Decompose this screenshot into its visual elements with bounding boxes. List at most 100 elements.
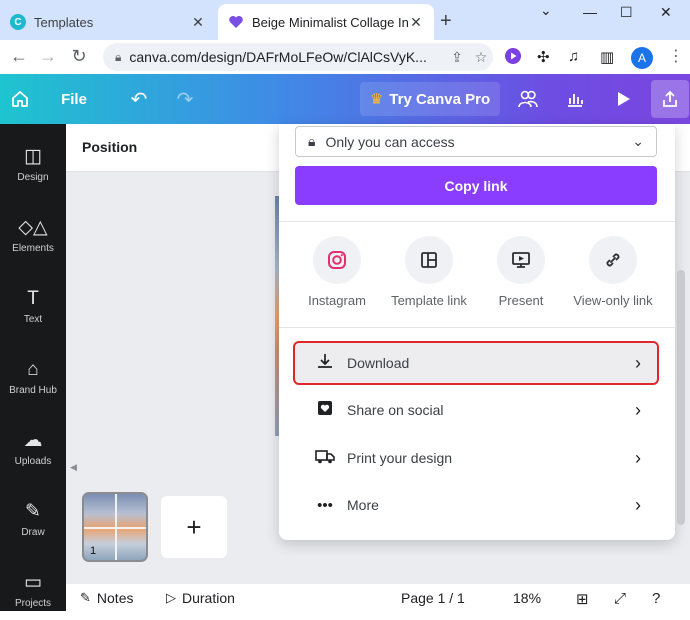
heart-favicon-icon <box>228 14 244 30</box>
rail-item-projects[interactable]: ▭ Projects <box>0 560 66 620</box>
share-option-label: Template link <box>391 293 467 308</box>
zoom-level[interactable]: 18% <box>513 590 541 606</box>
rail-item-uploads[interactable]: ☁ Uploads <box>0 418 66 478</box>
notes-button[interactable]: ✎ Notes <box>80 590 133 606</box>
present-play-icon[interactable] <box>608 74 638 124</box>
fullscreen-icon[interactable]: ⤢ <box>614 590 626 607</box>
rail-label: Elements <box>12 243 54 254</box>
close-tab-icon[interactable]: ✕ <box>190 14 206 31</box>
rail-item-design[interactable]: ◫ Design <box>0 134 66 194</box>
address-bar: ← → ↻ 🔒︎ canva.com/design/DAFrMoLFeOw/Cl… <box>0 40 690 74</box>
rail-label: Draw <box>21 527 45 538</box>
page-number: 1 <box>90 545 97 557</box>
left-rail: ◫ Design ◇△ Elements T Text ⌂ Brand Hub … <box>0 124 66 611</box>
share-page-icon[interactable]: ⇪ <box>445 49 469 66</box>
notes-label: Notes <box>96 590 134 606</box>
maximize-icon[interactable]: ☐ <box>620 4 633 21</box>
canva-favicon-icon: C <box>10 14 26 30</box>
more-menu-item[interactable]: ••• More › <box>295 485 657 525</box>
extension-play-icon[interactable] <box>505 48 521 68</box>
share-option-label: Present <box>498 293 544 308</box>
home-icon[interactable] <box>4 74 36 124</box>
more-icon: ••• <box>317 496 333 514</box>
browser-tab-strip: C Templates ✕ Beige Minimalist Collage I… <box>0 0 690 40</box>
print-your-design-menu-item[interactable]: Print your design › <box>295 438 657 478</box>
scroll-left-arrow-icon[interactable]: ◀ <box>70 462 77 473</box>
share-option-label: View-only link <box>573 293 653 308</box>
profile-avatar[interactable]: A <box>631 47 653 69</box>
redo-icon[interactable]: ↷ <box>170 74 200 124</box>
share-option-template-link[interactable]: Template link <box>383 236 475 308</box>
page-indicator[interactable]: Page 1 / 1 <box>401 590 465 606</box>
browser-menu-icon[interactable]: ⋮ <box>668 46 684 66</box>
url-field[interactable]: 🔒︎ canva.com/design/DAFrMoLFeOw/ClAlCsVy… <box>103 43 493 71</box>
canva-header: File ↶ ↷ ♛ Try Canva Pro <box>0 74 690 124</box>
duration-button[interactable]: ▷ Duration <box>166 590 235 606</box>
rail-label: Text <box>23 314 43 325</box>
add-page-button[interactable]: + <box>161 496 227 558</box>
upload-arrow-icon <box>663 90 677 107</box>
chevron-right-icon: › <box>635 352 641 373</box>
chevron-right-icon: › <box>635 399 641 420</box>
draw-icon: ✎ <box>25 501 41 522</box>
share-option-view-only-link[interactable]: View-only link <box>567 236 659 308</box>
undo-icon[interactable]: ↶ <box>124 74 154 124</box>
forward-arrow-icon[interactable]: → <box>37 46 59 67</box>
position-button[interactable]: Position <box>82 139 137 155</box>
page-thumbnail[interactable]: 1 <box>82 492 148 562</box>
help-icon[interactable]: ? <box>652 590 660 607</box>
insights-chart-icon[interactable] <box>560 74 590 124</box>
tab-title: Templates <box>34 14 94 30</box>
elements-icon: ◇△ <box>18 217 48 238</box>
download-icon <box>313 352 337 374</box>
duration-label: Duration <box>182 590 235 606</box>
chevron-right-icon: › <box>635 494 641 515</box>
new-tab-icon[interactable]: + <box>440 10 452 33</box>
tab-title: Beige Minimalist Collage Ins <box>252 14 408 30</box>
reload-icon[interactable]: ↻ <box>68 46 90 67</box>
menu-label: More <box>347 497 379 513</box>
copy-link-button[interactable]: Copy link <box>295 166 657 205</box>
try-canva-pro-button[interactable]: ♛ Try Canva Pro <box>360 82 500 116</box>
crown-icon: ♛ <box>369 91 384 108</box>
template-link-icon <box>405 236 453 284</box>
puzzle-extensions-icon[interactable]: ✣ <box>537 48 550 66</box>
share-on-social-menu-item[interactable]: Share on social › <box>295 390 657 430</box>
truck-icon <box>313 447 337 469</box>
file-menu-button[interactable]: File <box>50 74 98 124</box>
share-option-label: Instagram <box>308 293 366 308</box>
instagram-icon <box>313 236 361 284</box>
rail-label: Design <box>17 172 49 183</box>
add-people-icon[interactable] <box>512 74 544 124</box>
side-panel-icon[interactable]: ▥ <box>600 48 614 66</box>
access-dropdown[interactable]: 🔒︎ Only you can access ⌄ <box>295 126 657 157</box>
media-queue-icon[interactable]: ♫ <box>568 48 579 65</box>
rail-item-text[interactable]: T Text <box>0 276 66 336</box>
browser-tab-templates[interactable]: C Templates ✕ <box>0 4 216 40</box>
rail-item-elements[interactable]: ◇△ Elements <box>0 205 66 265</box>
grid-view-icon[interactable]: ⊞ <box>576 590 589 608</box>
rail-item-brand-hub[interactable]: ⌂ Brand Hub <box>0 347 66 407</box>
try-pro-label: Try Canva Pro <box>389 90 491 108</box>
collage-divider <box>84 527 146 529</box>
projects-icon: ▭ <box>24 572 42 593</box>
chevron-right-icon: › <box>635 447 641 468</box>
close-tab-icon[interactable]: ✕ <box>408 14 424 31</box>
heart-icon <box>313 399 337 421</box>
minimize-icon[interactable]: — <box>583 4 597 20</box>
share-option-instagram[interactable]: Instagram <box>291 236 383 308</box>
browser-tab-design[interactable]: Beige Minimalist Collage Ins ✕ <box>218 4 434 40</box>
share-option-present[interactable]: Present <box>475 236 567 308</box>
duration-play-icon: ▷ <box>166 590 176 605</box>
download-menu-item[interactable]: Download › <box>293 341 659 385</box>
back-arrow-icon[interactable]: ← <box>8 46 30 67</box>
chevron-down-icon: ⌄ <box>632 133 644 149</box>
bookmark-star-icon[interactable]: ☆ <box>469 49 493 66</box>
chevron-down-icon[interactable]: ⌄ <box>540 2 552 19</box>
share-panel-scrollbar[interactable] <box>677 270 685 525</box>
present-icon <box>497 236 545 284</box>
share-upload-button[interactable] <box>651 80 689 118</box>
rail-item-draw[interactable]: ✎ Draw <box>0 489 66 549</box>
divider <box>279 327 675 328</box>
window-close-icon[interactable]: ✕ <box>660 4 672 21</box>
